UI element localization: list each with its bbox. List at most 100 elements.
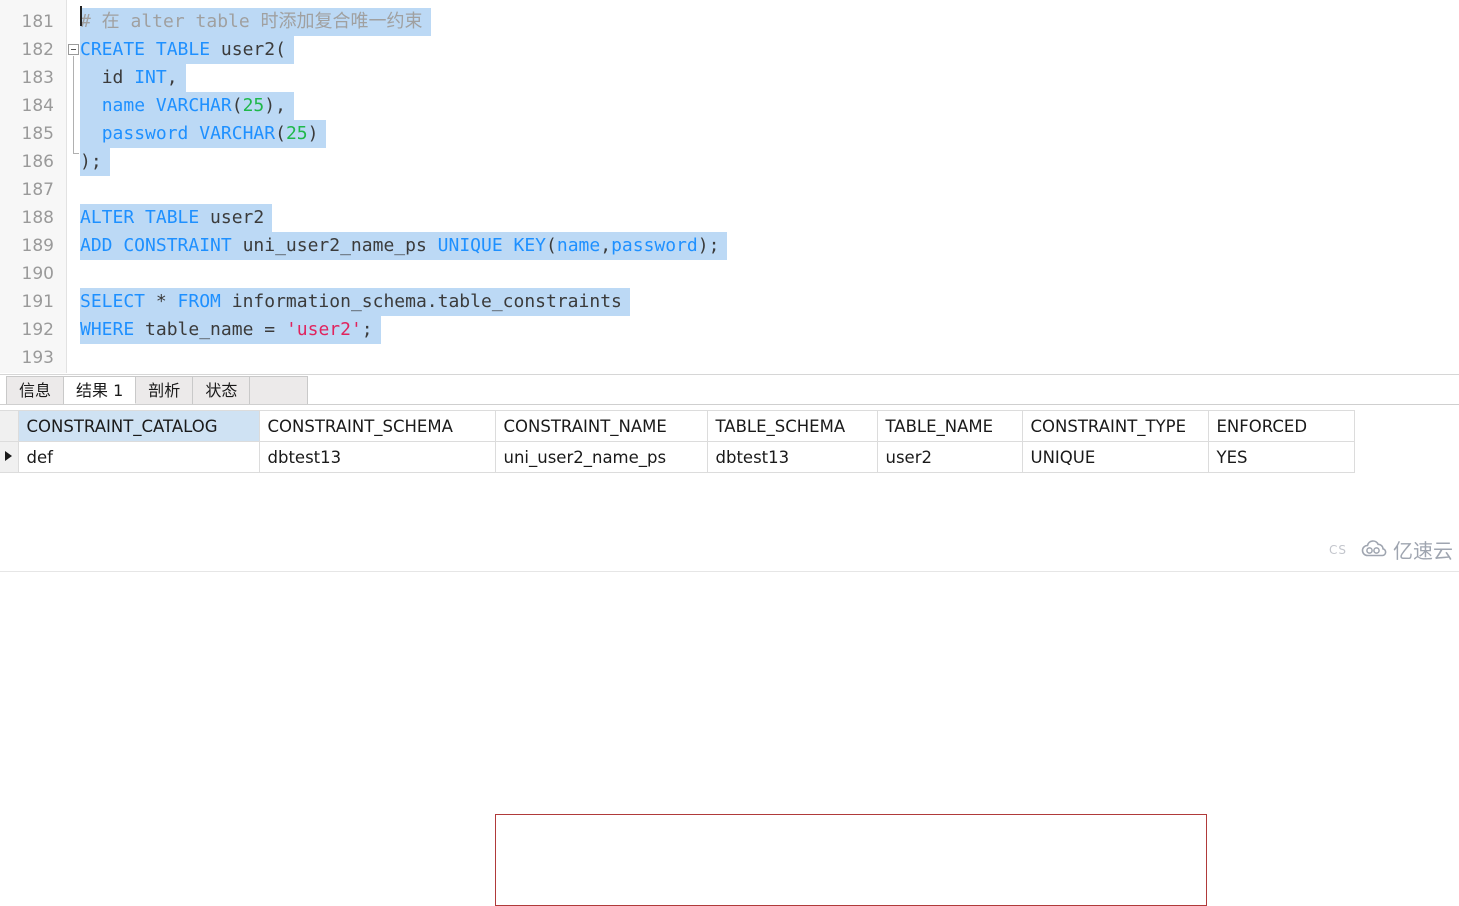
code-token: table_name [145, 319, 264, 340]
column-header-6[interactable]: CONSTRAINT_TYPE [1022, 411, 1208, 442]
column-header-5[interactable]: TABLE_NAME [877, 411, 1022, 442]
result-grid-panel[interactable]: CONSTRAINT_CATALOGCONSTRAINT_SCHEMACONST… [0, 404, 1459, 573]
code-line-text[interactable]: password VARCHAR(25) [80, 120, 326, 148]
result-table-body[interactable]: defdbtest13uni_user2_name_psdbtest13user… [0, 442, 1354, 535]
code-token: * [156, 291, 178, 312]
column-header-1[interactable]: CONSTRAINT_CATALOG [18, 411, 259, 442]
table-cell[interactable]: uni_user2_name_ps [495, 442, 707, 473]
line-number: 189 [0, 232, 54, 260]
code-area[interactable]: 180181 # 在 alter table 时添加复合唯一约束 182 CREATE… [0, 0, 1459, 373]
code-fold-end-marker [73, 153, 79, 154]
sql-editor[interactable]: 180181 # 在 alter table 时添加复合唯一约束 182 CREATE… [0, 0, 1459, 373]
code-line[interactable]: 183 id INT, [0, 64, 1459, 92]
line-number: 181 [0, 8, 54, 36]
line-number: 186 [0, 148, 54, 176]
code-token: VARCHAR [156, 95, 232, 116]
code-token: user2 [210, 207, 264, 228]
code-token: ADD CONSTRAINT [80, 235, 243, 256]
code-token: ); [698, 235, 720, 256]
table-cell-empty [1208, 504, 1354, 535]
table-cell[interactable]: def [18, 442, 259, 473]
table-cell-empty [259, 473, 495, 504]
code-line[interactable]: 190 [0, 260, 1459, 288]
code-line-text[interactable]: id INT, [80, 64, 186, 92]
code-token: FROM [178, 291, 232, 312]
table-cell[interactable]: dbtest13 [259, 442, 495, 473]
tab-1[interactable]: 信息 [6, 376, 64, 404]
code-token: name [102, 95, 156, 116]
code-line[interactable]: 191SELECT * FROM information_schema.tabl… [0, 288, 1459, 316]
code-token: password [611, 235, 698, 256]
result-tabs: 信息结果 1剖析状态 [6, 376, 308, 404]
code-line[interactable]: 185 password VARCHAR(25) [0, 120, 1459, 148]
cloud-icon [1359, 540, 1389, 560]
code-line-text[interactable]: ALTER TABLE user2 [80, 204, 272, 232]
line-number: 193 [0, 344, 54, 372]
code-line-text[interactable]: WHERE table_name = 'user2'; [80, 316, 381, 344]
result-table[interactable]: CONSTRAINT_CATALOGCONSTRAINT_SCHEMACONST… [0, 410, 1355, 535]
code-line-text[interactable]: ); [80, 148, 110, 176]
line-number: 182 [0, 36, 54, 64]
code-line[interactable]: 189 ADD CONSTRAINT uni_user2_name_ps UNIQ… [0, 232, 1459, 260]
code-token: ); [80, 151, 102, 172]
code-token: ALTER TABLE [80, 207, 210, 228]
code-token: # 在 alter table 时添加复合唯一约束 [80, 11, 423, 32]
watermark: CS 亿速云 [1329, 535, 1453, 564]
table-row[interactable]: defdbtest13uni_user2_name_psdbtest13user… [0, 442, 1354, 473]
tab-4[interactable]: 状态 [193, 376, 250, 404]
code-token: CREATE TABLE [80, 39, 221, 60]
row-indicator[interactable] [0, 442, 18, 473]
code-token: = [264, 319, 286, 340]
line-number: 183 [0, 64, 54, 92]
code-token: VARCHAR [199, 123, 275, 144]
code-line[interactable]: 184 name VARCHAR(25), [0, 92, 1459, 120]
result-grid[interactable]: CONSTRAINT_CATALOGCONSTRAINT_SCHEMACONST… [0, 410, 1354, 535]
code-fold-collapse-icon[interactable] [68, 44, 79, 55]
code-token: 25 [286, 123, 308, 144]
table-row-empty [0, 504, 1354, 535]
code-token: ( [232, 95, 243, 116]
code-line[interactable]: 188ALTER TABLE user2 [0, 204, 1459, 232]
table-row-empty [0, 473, 1354, 504]
code-token: INT [134, 67, 167, 88]
code-line[interactable]: 182 CREATE TABLE user2( [0, 36, 1459, 64]
table-cell-empty [877, 473, 1022, 504]
column-header-4[interactable]: TABLE_SCHEMA [707, 411, 877, 442]
code-line-text[interactable]: name VARCHAR(25), [80, 92, 294, 120]
table-cell[interactable]: user2 [877, 442, 1022, 473]
code-token: , [167, 67, 178, 88]
code-line[interactable]: 186); [0, 148, 1459, 176]
row-header-corner [0, 411, 18, 442]
line-number: 190 [0, 260, 54, 288]
code-line-text[interactable]: ADD CONSTRAINT uni_user2_name_ps UNIQUE … [80, 232, 727, 260]
code-token: , [600, 235, 611, 256]
table-cell-empty [0, 504, 18, 535]
table-cell[interactable]: YES [1208, 442, 1354, 473]
table-cell-empty [18, 504, 259, 535]
code-line-text[interactable]: SELECT * FROM information_schema.table_c… [80, 288, 630, 316]
column-header-2[interactable]: CONSTRAINT_SCHEMA [259, 411, 495, 442]
code-line[interactable]: 192 WHERE table_name = 'user2'; [0, 316, 1459, 344]
line-number: 192 [0, 316, 54, 344]
code-line-text[interactable]: CREATE TABLE user2( [80, 36, 294, 64]
table-cell[interactable]: dbtest13 [707, 442, 877, 473]
text-caret [80, 6, 82, 26]
tabbar-filler [250, 376, 308, 404]
code-token: uni_user2_name_ps [243, 235, 438, 256]
code-line[interactable]: 187 [0, 176, 1459, 204]
column-header-7[interactable]: ENFORCED [1208, 411, 1354, 442]
code-token: information_schema.table_constraints [232, 291, 622, 312]
column-header-3[interactable]: CONSTRAINT_NAME [495, 411, 707, 442]
code-line[interactable]: 181 # 在 alter table 时添加复合唯一约束 [0, 8, 1459, 36]
code-line[interactable]: 193 [0, 344, 1459, 372]
code-token: name [557, 235, 600, 256]
tab-3[interactable]: 剖析 [136, 376, 193, 404]
table-cell-empty [877, 504, 1022, 535]
result-table-head: CONSTRAINT_CATALOGCONSTRAINT_SCHEMACONST… [0, 411, 1354, 442]
tab-2[interactable]: 结果 1 [64, 376, 136, 404]
code-token: WHERE [80, 319, 145, 340]
code-line-partial: 180 [0, 0, 1459, 8]
code-line-text[interactable]: # 在 alter table 时添加复合唯一约束 [80, 8, 431, 36]
code-token: ; [362, 319, 373, 340]
table-cell[interactable]: UNIQUE [1022, 442, 1208, 473]
